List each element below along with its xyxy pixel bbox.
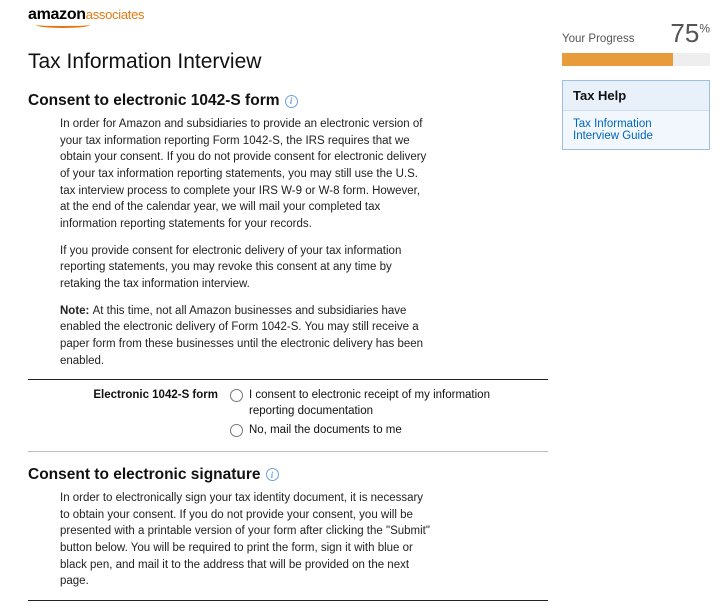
section-heading-text: Consent to electronic 1042-S form: [28, 92, 280, 110]
field-label: Electronic 1042-S form: [60, 388, 230, 443]
radio-consent-electronic[interactable]: [230, 389, 243, 402]
field-row-1042s: Electronic 1042-S form I consent to elec…: [60, 388, 548, 443]
sidebar: Your Progress 75% Tax Help Tax Informati…: [548, 6, 710, 609]
section-para: In order for Amazon and subsidiaries to …: [60, 116, 430, 233]
tax-help-link[interactable]: Tax Information Interview Guide: [563, 111, 709, 149]
section-1042s: Consent to electronic 1042-S form i In o…: [28, 92, 548, 452]
tax-help-title: Tax Help: [563, 81, 709, 111]
logo-brand: amazon: [28, 6, 86, 23]
section-heading: Consent to electronic signature i: [28, 466, 548, 484]
percent-icon: %: [699, 21, 710, 35]
section-heading-text: Consent to electronic signature: [28, 466, 261, 484]
progress-fill: [562, 53, 673, 66]
radio-consent-mail[interactable]: [230, 424, 243, 437]
progress-label: Your Progress: [562, 33, 634, 45]
divider: [28, 379, 548, 380]
section-para: In order to electronically sign your tax…: [60, 490, 430, 590]
section-heading: Consent to electronic 1042-S form i: [28, 92, 548, 110]
progress-number: 75: [670, 18, 699, 48]
field-input-group: I consent to electronic receipt of my in…: [230, 388, 548, 443]
note-text: At this time, not all Amazon businesses …: [60, 305, 423, 367]
tax-help-box: Tax Help Tax Information Interview Guide: [562, 80, 710, 150]
info-icon[interactable]: i: [285, 95, 298, 108]
section-note: Note: At this time, not all Amazon busin…: [60, 303, 430, 370]
divider: [28, 600, 548, 601]
progress-bar: [562, 53, 710, 66]
logo: amazonassociates: [28, 6, 548, 28]
section-esign: Consent to electronic signature i In ord…: [28, 466, 548, 601]
radio-label[interactable]: No, mail the documents to me: [249, 423, 402, 439]
note-prefix: Note:: [60, 305, 93, 317]
info-icon[interactable]: i: [266, 468, 279, 481]
logo-sub: associates: [86, 7, 144, 22]
radio-label[interactable]: I consent to electronic receipt of my in…: [249, 388, 509, 419]
section-para: If you provide consent for electronic de…: [60, 243, 430, 293]
divider: [28, 451, 548, 452]
page-title: Tax Information Interview: [28, 50, 548, 74]
progress-value: 75%: [670, 18, 710, 49]
